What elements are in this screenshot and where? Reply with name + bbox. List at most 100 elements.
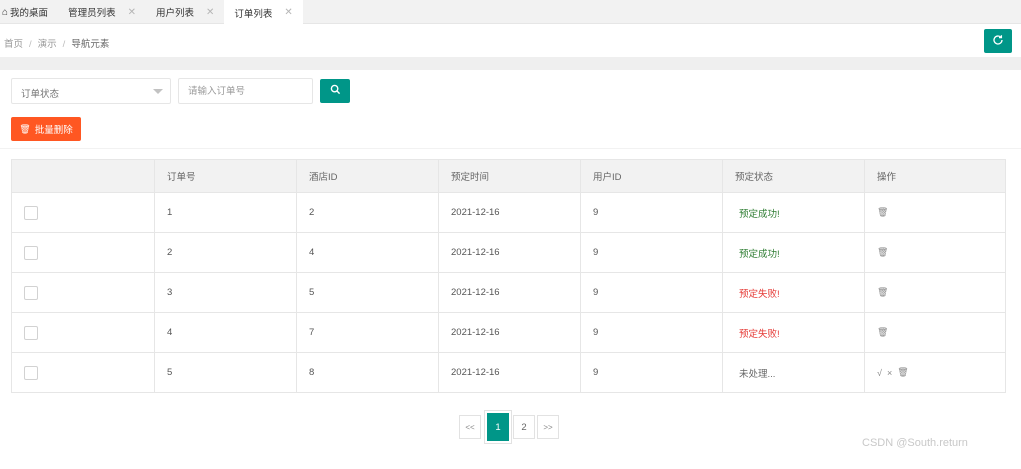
watermark: CSDN @South.return: [862, 437, 968, 449]
close-icon[interactable]: ×: [887, 368, 892, 378]
cell-hotel-id: 4: [296, 233, 438, 272]
row-checkbox[interactable]: [24, 325, 38, 340]
cell-order-no: 5: [154, 353, 296, 392]
table-row: 2 4 2021-12-16 9 预定成功! 🗑: [12, 232, 1005, 272]
trash-icon[interactable]: 🗑: [897, 367, 908, 378]
cell-user-id: 9: [580, 313, 722, 352]
orders-table: 订单号 酒店ID 预定时间 用户ID 预定状态 操作 1 2 2021-12-16 9…: [11, 159, 1006, 393]
batch-delete-button[interactable]: 🗑 批量删除: [11, 117, 81, 141]
close-icon[interactable]: ✕: [206, 7, 214, 18]
breadcrumb-item-demo[interactable]: 演示: [38, 39, 57, 50]
tab-3[interactable]: 订单列表 ✕: [224, 0, 303, 25]
home-icon: ⌂: [2, 6, 9, 18]
cell-status: 未处理...: [722, 353, 864, 392]
trash-icon: 🗑: [19, 123, 31, 134]
close-icon[interactable]: ✕: [284, 7, 292, 18]
tab-label: 用户列表: [155, 8, 194, 19]
cell-select: [12, 233, 154, 272]
status-badge: 预定失败!: [739, 328, 780, 340]
header-cell-ops: 操作: [864, 160, 1005, 192]
cell-ops: 🗑: [864, 233, 1005, 272]
cell-order-no: 4: [154, 313, 296, 352]
cell-select: [12, 193, 154, 232]
status-badge: 预定失败!: [739, 288, 780, 300]
tab-2[interactable]: 用户列表 ✕: [146, 0, 224, 24]
breadcrumb-item-home[interactable]: 首页: [4, 39, 23, 50]
close-icon[interactable]: ✕: [128, 7, 136, 18]
cell-status: 预定失败!: [722, 313, 864, 352]
trash-icon[interactable]: 🗑: [877, 247, 888, 258]
header-cell-time: 预定时间: [438, 160, 580, 192]
tab-1[interactable]: 管理员列表 ✕: [58, 0, 146, 24]
header-cell-select: [12, 160, 154, 192]
caret-down-icon: [153, 89, 163, 94]
cell-order-no: 2: [154, 233, 296, 272]
header-cell-hotel-id: 酒店ID: [296, 160, 438, 192]
order-status-select-value: 订单状态: [21, 89, 60, 100]
pagination-prev[interactable]: <<: [459, 415, 481, 439]
cell-order-no: 3: [154, 273, 296, 312]
header-cell-status: 预定状态: [722, 160, 864, 192]
cell-user-id: 9: [580, 193, 722, 232]
order-number-input[interactable]: [178, 78, 313, 104]
tab-0[interactable]: ⌂ 我的桌面: [0, 0, 58, 24]
breadcrumb-separator: /: [29, 39, 32, 50]
order-status-select[interactable]: 订单状态: [11, 78, 171, 104]
row-checkbox[interactable]: [24, 245, 38, 260]
cell-ops: 🗑: [864, 313, 1005, 352]
cell-hotel-id: 5: [296, 273, 438, 312]
breadcrumb-row: 首页 / 演示 / 导航元素: [0, 25, 1021, 57]
pagination-page-1[interactable]: 1: [487, 413, 509, 441]
refresh-button[interactable]: [984, 29, 1012, 53]
row-checkbox[interactable]: [24, 285, 38, 300]
cell-time: 2021-12-16: [438, 233, 580, 272]
cell-user-id: 9: [580, 353, 722, 392]
status-badge: 未处理...: [739, 368, 776, 380]
cell-time: 2021-12-16: [438, 313, 580, 352]
cell-ops: 🗑: [864, 273, 1005, 312]
pagination-page-2[interactable]: 2: [513, 415, 535, 439]
cell-ops: 🗑: [864, 193, 1005, 232]
tab-label: 我的桌面: [10, 8, 49, 19]
breadcrumb-separator: /: [62, 39, 66, 50]
table-row: 3 5 2021-12-16 9 预定失败! 🗑: [12, 272, 1005, 312]
cell-hotel-id: 7: [296, 313, 438, 352]
breadcrumb: 首页 / 演示 / 导航元素: [4, 36, 109, 50]
pagination: << 1 2 >>: [459, 413, 561, 441]
header-cell-order-no: 订单号: [154, 160, 296, 192]
tab-label: 管理员列表: [68, 8, 116, 19]
cell-status: 预定失败!: [722, 273, 864, 312]
cell-status: 预定成功!: [722, 233, 864, 272]
table-header: 订单号 酒店ID 预定时间 用户ID 预定状态 操作: [12, 160, 1005, 192]
trash-icon[interactable]: 🗑: [877, 327, 888, 338]
cell-time: 2021-12-16: [438, 193, 580, 232]
header-cell-user-id: 用户ID: [580, 160, 722, 192]
check-icon[interactable]: √: [877, 368, 882, 378]
cell-time: 2021-12-16: [438, 273, 580, 312]
cell-select: [12, 313, 154, 352]
refresh-icon: [992, 34, 1004, 49]
cell-time: 2021-12-16: [438, 353, 580, 392]
row-checkbox[interactable]: [24, 365, 38, 380]
cell-order-no: 1: [154, 193, 296, 232]
table-row: 5 8 2021-12-16 9 未处理... √ × 🗑: [12, 352, 1005, 392]
tab-bar: ⌂ 我的桌面 管理员列表 ✕ 用户列表 ✕ 订单列表 ✕: [0, 0, 1021, 25]
batch-delete-label: 批量删除: [34, 125, 73, 136]
row-checkbox[interactable]: [24, 205, 38, 220]
cell-select: [12, 273, 154, 312]
pagination-next[interactable]: >>: [537, 415, 559, 439]
tab-label: 订单列表: [234, 8, 273, 20]
trash-icon[interactable]: 🗑: [877, 287, 888, 298]
cell-select: [12, 353, 154, 392]
cell-hotel-id: 2: [296, 193, 438, 232]
search-button[interactable]: [320, 79, 350, 103]
cell-user-id: 9: [580, 233, 722, 272]
trash-icon[interactable]: 🗑: [877, 207, 888, 218]
cell-user-id: 9: [580, 273, 722, 312]
cell-hotel-id: 8: [296, 353, 438, 392]
table-row: 1 2 2021-12-16 9 预定成功! 🗑: [12, 192, 1005, 232]
divider: [0, 148, 1021, 149]
status-badge: 预定成功!: [739, 208, 780, 220]
cell-status: 预定成功!: [722, 193, 864, 232]
cell-ops: √ × 🗑: [864, 353, 1005, 392]
